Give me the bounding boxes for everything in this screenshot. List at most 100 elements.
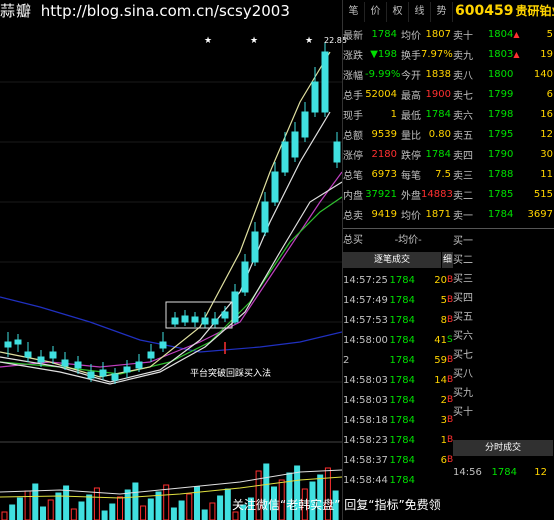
minute-trade-price: 1784: [491, 466, 517, 478]
quote-label: 均价: [401, 210, 421, 222]
candle-body: [87, 371, 95, 379]
trade-time: 14:58:18: [343, 414, 388, 426]
trade-row: 14:57:49 1784 5 B: [343, 290, 453, 310]
candle-body: [251, 231, 259, 263]
quote-row: 总额 9539 量比 0.80: [343, 124, 453, 144]
sell-order-row: 卖五 1795 12: [453, 124, 553, 144]
sell-level-label: 卖八: [453, 70, 473, 82]
quote-value: 1784: [371, 28, 397, 40]
trade-row: 14:58:23 1784 1 B: [343, 430, 453, 450]
quote-value: 7.5: [435, 168, 451, 180]
candle-body: [231, 291, 239, 323]
tab-trades[interactable]: 笔: [343, 2, 365, 22]
sell-order-row: 卖二 1785 515: [453, 184, 553, 204]
trade-price: 1784: [389, 374, 415, 386]
volume-bar: [63, 485, 70, 520]
candle-body: [49, 351, 57, 359]
candle-body: [221, 311, 229, 319]
candle-body: [123, 366, 131, 373]
volume-bar: [178, 500, 185, 520]
chart-annotation: 平台突破回踩买入法: [190, 369, 272, 379]
quote-label: 现手: [343, 110, 363, 122]
trade-price: 1784: [389, 454, 415, 466]
candle-body: [291, 131, 299, 158]
candle-body: [333, 141, 341, 163]
volume-bar: [163, 484, 170, 520]
candle-body: [301, 111, 309, 138]
trade-row: 14:58:18 1784 3 B: [343, 410, 453, 430]
candle-body: [4, 341, 12, 348]
quote-label: 量比: [401, 130, 421, 142]
buy-level-label: 买八: [453, 369, 473, 380]
sell-price: 1785: [487, 188, 514, 200]
quote-label: 外盘: [401, 190, 421, 202]
buy-level-label: 买六: [453, 331, 473, 342]
minute-trade-row: 14:56 1784 12: [453, 462, 553, 482]
volume-bar: [201, 509, 208, 520]
buy-level-label: 买二: [453, 255, 473, 266]
total-buy-label: 总买: [343, 235, 363, 246]
sell-volume: 11: [540, 168, 553, 180]
trade-price: 1784: [389, 314, 415, 326]
trade-row: 2 1784 59 B: [343, 350, 453, 370]
volume-bar: [47, 499, 54, 520]
quote-row: 涨跌 ▼198 换手 7.97%: [343, 44, 453, 64]
quote-label: 总卖: [343, 210, 363, 222]
sell-order-row: 卖九 1803 ▲ 19: [453, 44, 553, 64]
volume-bar: [1, 511, 8, 520]
trade-time: 14:58:37: [343, 454, 388, 466]
volume-bar: [132, 482, 139, 520]
volume-bar: [9, 504, 16, 520]
buy-level-label: 买五: [453, 312, 473, 323]
volume-bar: [32, 483, 39, 520]
volume-bar: [55, 492, 62, 520]
footer-promo: 关注微信“老韩实盘” 回复“指标”免费领: [232, 498, 441, 512]
volume-bar: [70, 508, 77, 520]
sell-arrow: ▲: [513, 29, 520, 39]
quote-label: 最新: [343, 30, 363, 42]
tab-price[interactable]: 价: [365, 2, 387, 22]
tab-trend[interactable]: 势: [431, 2, 453, 22]
trade-amount: 6: [440, 454, 447, 466]
quote-label: 涨停: [343, 150, 363, 162]
sell-order-row: 卖四 1790 30: [453, 144, 553, 164]
sell-order-row: 卖一 1784 3697: [453, 204, 553, 224]
minute-trades-header[interactable]: 分时成交: [453, 440, 553, 456]
sell-level-label: 卖四: [453, 150, 473, 162]
quote-value: 37921: [365, 188, 397, 200]
candle-body: [24, 351, 32, 358]
trades-detail-tab[interactable]: 细: [442, 252, 453, 268]
quote-value: 1900: [425, 88, 451, 100]
quote-value: 1871: [425, 208, 451, 220]
trades-header[interactable]: 逐笔成交: [343, 252, 441, 268]
candle-body: [241, 261, 249, 293]
kline-chart[interactable]: ★ ★ ★ 22.85 平台突破回踩买入法: [0, 22, 347, 520]
quote-value: 1784: [425, 108, 451, 120]
buy-orders: 买一 买二 买三 买四 买五 买六 买七 买八 买九 买十: [453, 232, 553, 422]
tab-line[interactable]: 线: [409, 2, 431, 22]
candle-body: [37, 356, 45, 363]
flag-icon: ★: [250, 36, 259, 46]
candle-body: [111, 373, 119, 381]
sell-volume: 140: [533, 68, 553, 80]
volume-bar: [16, 497, 23, 520]
sell-price: 1803: [487, 48, 514, 60]
volume-bar: [124, 489, 131, 520]
tab-rights[interactable]: 权: [387, 2, 409, 22]
candle-body: [14, 339, 22, 345]
quote-label: 跌停: [401, 150, 421, 162]
sell-price: 1784: [487, 208, 514, 220]
stock-name: 贵研铂业: [515, 4, 554, 18]
volume-bar: [209, 502, 216, 520]
sell-level-label: 卖三: [453, 170, 473, 182]
sell-price: 1804: [487, 28, 514, 40]
trade-amount: 8: [440, 314, 447, 326]
quote-label: 内盘: [343, 190, 363, 202]
quote-label: 最高: [401, 90, 421, 102]
volume-bar: [170, 507, 177, 520]
quote-row: 总笔 6973 每笔 7.5: [343, 164, 453, 184]
quote-value: 1784: [425, 148, 451, 160]
buy-level-label: 买三: [453, 274, 473, 285]
moving-average-line: [0, 196, 342, 375]
moving-average-line: [0, 296, 342, 353]
